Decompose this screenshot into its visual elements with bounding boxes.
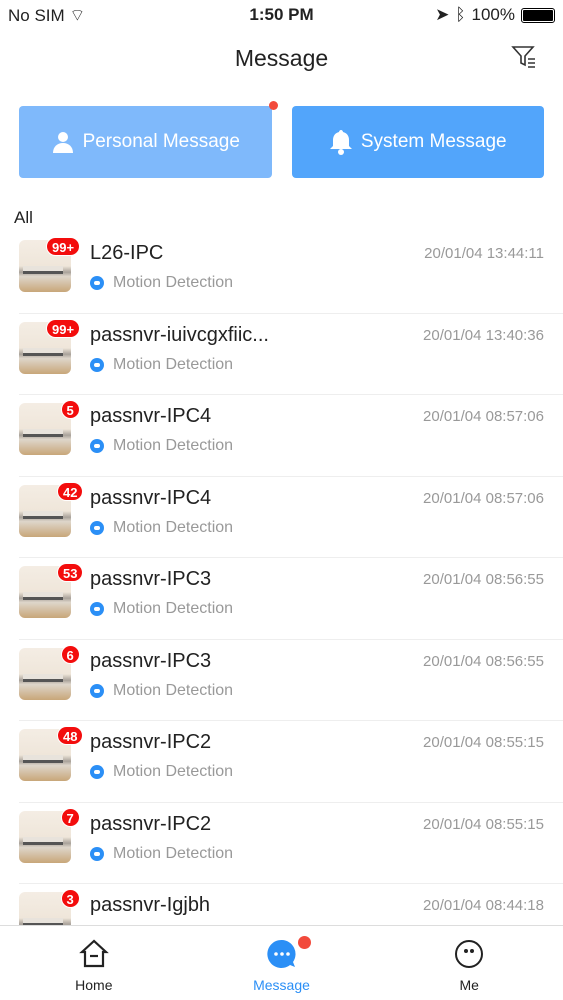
message-type: Motion Detection <box>113 518 234 536</box>
unread-badge: 99+ <box>46 237 81 256</box>
unread-dot <box>298 936 312 949</box>
nav-me[interactable]: Me <box>375 926 563 1000</box>
bell-icon <box>329 130 352 155</box>
unread-badge: 48 <box>57 726 84 745</box>
message-row[interactable]: 99+ L26-IPC 20/01/04 13:44:11 Motion Det… <box>0 232 563 314</box>
message-row[interactable]: 6 passnvr-IPC3 20/01/04 08:56:55 Motion … <box>0 640 563 721</box>
message-time: 20/01/04 08:44:18 <box>423 897 544 914</box>
tab-personal-message[interactable]: Personal Message <box>19 101 278 178</box>
battery-icon <box>521 7 555 23</box>
cloud-icon <box>90 439 104 453</box>
person-icon <box>52 132 73 153</box>
message-time: 20/01/04 08:57:06 <box>423 408 544 425</box>
device-name: passnvr-IPC2 <box>90 812 212 835</box>
message-time: 20/01/04 08:55:15 <box>423 815 544 833</box>
section-label: All <box>14 208 33 227</box>
nav-home-label: Home <box>75 977 113 993</box>
device-name: passnvr-IPC3 <box>90 649 212 672</box>
message-row[interactable]: 53 passnvr-IPC3 20/01/04 08:56:55 Motion… <box>0 558 563 640</box>
device-name: passnvr-iuivcgxfiic... <box>90 323 269 346</box>
message-time: 20/01/04 13:44:11 <box>424 245 544 262</box>
bluetooth-icon: ᛒ <box>455 5 466 24</box>
unread-badge: 7 <box>60 807 80 827</box>
message-time: 20/01/04 08:56:55 <box>423 652 544 670</box>
message-row[interactable]: 42 passnvr-IPC4 20/01/04 08:57:06 Motion… <box>0 477 563 558</box>
page-title: Message <box>234 45 329 71</box>
cloud-icon <box>90 276 104 290</box>
message-bubble-icon <box>266 939 296 968</box>
message-type: Motion Detection <box>113 681 234 699</box>
cloud-icon <box>90 520 104 535</box>
device-name: passnvr-IPC4 <box>90 405 212 427</box>
location-icon: ➤ <box>435 5 450 24</box>
message-type: Motion Detection <box>113 600 234 617</box>
message-row[interactable]: 7 passnvr-IPC2 20/01/04 08:55:15 Motion … <box>0 803 563 884</box>
nav-me-label: Me <box>459 977 479 993</box>
nav-message[interactable]: Message <box>188 926 376 1000</box>
status-bar: No SIM ⌔ 1:50 PM ➤ ᛒ 100% <box>0 0 563 30</box>
message-row[interactable]: 3 passnvr-Igjbh 20/01/04 08:44:18 Motion… <box>0 884 563 925</box>
bottom-nav: Home Message Me <box>0 925 563 1000</box>
cloud-icon <box>90 846 104 861</box>
message-row[interactable]: 5 passnvr-IPC4 20/01/04 08:57:06 Motion … <box>0 395 563 477</box>
message-type: Motion Detection <box>113 355 234 373</box>
cloud-icon <box>90 765 104 779</box>
nav-home[interactable]: Home <box>0 926 188 1000</box>
cloud-icon <box>90 683 104 698</box>
message-time: 20/01/04 08:55:15 <box>423 734 544 751</box>
message-time: 20/01/04 08:56:55 <box>423 571 544 588</box>
unread-badge: 42 <box>57 481 84 501</box>
message-type: Motion Detection <box>113 763 234 780</box>
cloud-icon <box>90 602 104 616</box>
message-type: Motion Detection <box>113 437 234 454</box>
message-time: 20/01/04 08:57:06 <box>423 489 544 507</box>
device-name: L26-IPC <box>90 242 164 264</box>
unread-badge: 53 <box>57 563 84 582</box>
unread-badge: 6 <box>60 644 80 664</box>
nav-message-label: Message <box>253 977 310 993</box>
device-name: passnvr-IPC3 <box>90 568 212 590</box>
unread-dot <box>268 101 278 110</box>
message-time: 20/01/04 13:40:36 <box>423 326 544 344</box>
device-name: passnvr-IPC2 <box>90 731 212 753</box>
tab-system-message[interactable]: System Message <box>291 106 544 178</box>
unread-badge: 5 <box>60 400 80 419</box>
unread-badge: 3 <box>60 889 80 908</box>
home-icon <box>79 939 109 968</box>
filter-icon[interactable] <box>511 44 537 70</box>
message-row[interactable]: 99+ passnvr-iuivcgxfiic... 20/01/04 13:4… <box>0 314 563 395</box>
battery-percent: 100% <box>471 5 515 24</box>
message-list[interactable]: 99+ L26-IPC 20/01/04 13:44:11 Motion Det… <box>0 232 563 925</box>
message-row[interactable]: 48 passnvr-IPC2 20/01/04 08:55:15 Motion… <box>0 721 563 803</box>
cloud-icon <box>90 357 104 372</box>
device-name: passnvr-IPC4 <box>90 486 212 509</box>
tab-personal-label: Personal Message <box>82 131 240 152</box>
message-type: Motion Detection <box>113 274 234 291</box>
face-icon <box>455 940 484 968</box>
unread-badge: 99+ <box>46 318 81 338</box>
device-name: passnvr-Igjbh <box>90 894 211 916</box>
tab-system-label: System Message <box>360 131 507 152</box>
message-type: Motion Detection <box>113 844 234 862</box>
